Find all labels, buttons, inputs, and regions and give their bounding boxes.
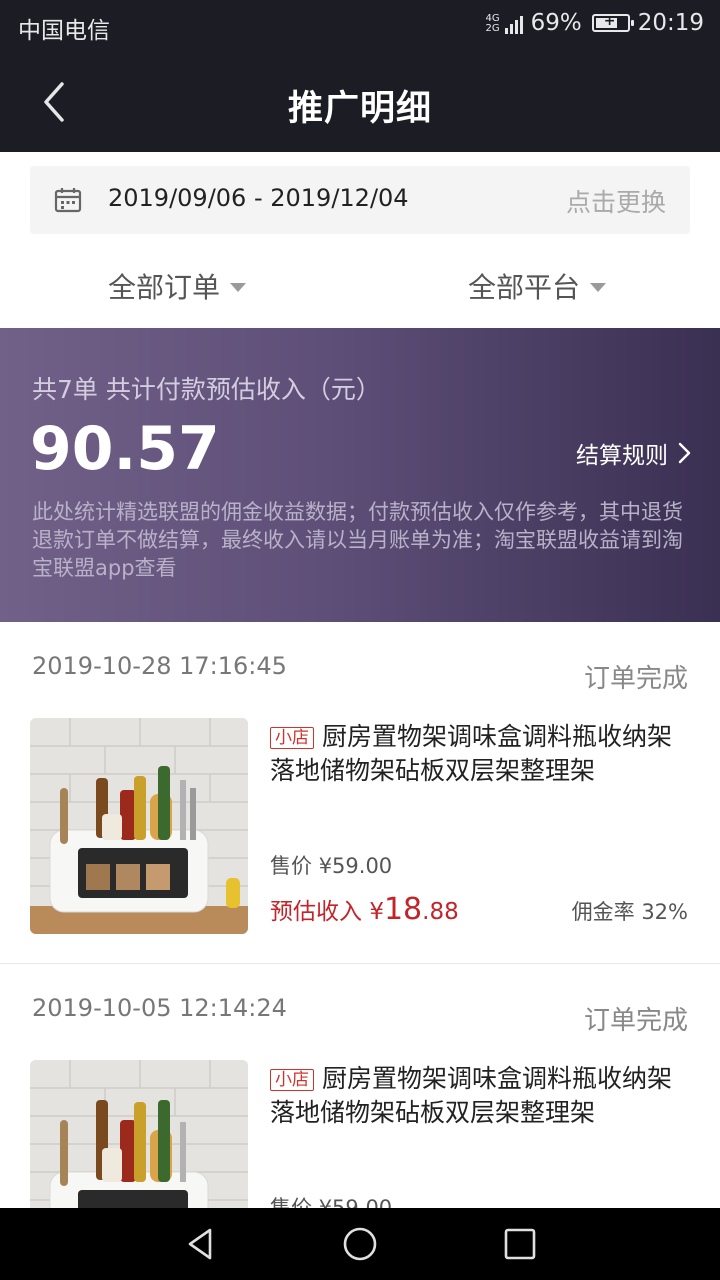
status-indicators: 4G 2G 69% + 20:19 [485, 10, 704, 36]
nav-bar: 推广明细 [0, 52, 720, 152]
summary-note: 此处统计精选联盟的佣金收益数据；付款预估收入仅作参考，其中退货退款订单不做结算，… [32, 500, 683, 580]
order-type-filter-label: 全部订单 [108, 271, 221, 304]
price-label: 售价 [270, 854, 312, 878]
change-date-button[interactable]: 点击更换 [566, 183, 666, 219]
commission-rate: 佣金率 32% [572, 896, 688, 926]
network-type-2: 2G [485, 23, 500, 34]
order-time: 2019-10-05 12:14:24 [32, 994, 287, 1022]
platform-filter-label: 全部平台 [468, 271, 581, 304]
order-item[interactable]: 2019-10-28 17:16:45 订单完成 小店 厨房置物架调味盒调料瓶收… [0, 622, 720, 964]
clock: 20:19 [637, 10, 704, 36]
chevron-right-icon [678, 442, 691, 464]
income-summary: 共7单 共计付款预估收入（元） 90.57 结算规则 此处统计精选联盟的佣金收益… [0, 328, 720, 622]
summary-amount: 90.57 [30, 414, 220, 484]
system-back-button[interactable] [182, 1226, 218, 1262]
order-time: 2019-10-28 17:16:45 [32, 652, 287, 680]
order-status: 订单完成 [583, 1006, 688, 1036]
system-recents-button[interactable] [502, 1226, 538, 1262]
settlement-rules-label: 结算规则 [576, 443, 668, 469]
caret-down-icon [590, 282, 607, 292]
triangle-back-icon [188, 1228, 212, 1260]
order-type-filter[interactable]: 全部订单 [108, 266, 247, 306]
commission-value: 32% [641, 900, 688, 924]
estimated-income: 预估收入 ¥18.88 [270, 892, 459, 927]
system-navigation-bar [0, 1208, 720, 1280]
product-price: 售价 ¥59.00 [270, 850, 392, 880]
battery-percent: 69% [530, 10, 582, 36]
settlement-rules-link[interactable]: 结算规则 [576, 436, 692, 470]
battery-icon: + [591, 13, 634, 32]
system-home-button[interactable] [342, 1226, 378, 1262]
date-range-picker[interactable]: 2019/09/06 - 2019/12/04 点击更换 [30, 166, 690, 234]
income-integer: 18 [383, 892, 423, 927]
page-title: 推广明细 [287, 89, 432, 129]
date-range-value: 2019/09/06 - 2019/12/04 [108, 184, 409, 212]
caret-down-icon [230, 282, 247, 292]
status-bar: 中国电信 4G 2G 69% + 20:19 [0, 0, 720, 52]
income-decimal: .88 [422, 899, 459, 925]
income-label: 预估收入 [270, 899, 362, 925]
signal-icon: 4G 2G [485, 12, 523, 34]
circle-home-icon [343, 1227, 377, 1261]
product-photo [30, 718, 248, 934]
price-value: ¥59.00 [318, 854, 393, 878]
income-currency: ¥ [369, 899, 384, 925]
commission-label: 佣金率 [571, 900, 635, 924]
order-item[interactable]: 2019-10-05 12:14:24 订单完成 小店 厨房置物架调味盒调料瓶收… [0, 964, 720, 1276]
product-image[interactable] [30, 718, 248, 934]
carrier-label: 中国电信 [18, 18, 110, 44]
product-title[interactable]: 厨房置物架调味盒调料瓶收纳架落地储物架砧板双层架整理架 [270, 1062, 690, 1130]
order-status: 订单完成 [583, 664, 688, 694]
square-recents-icon [504, 1228, 536, 1260]
platform-filter[interactable]: 全部平台 [468, 266, 607, 306]
product-title[interactable]: 厨房置物架调味盒调料瓶收纳架落地储物架砧板双层架整理架 [270, 720, 690, 788]
calendar-icon [54, 188, 82, 213]
summary-caption: 共7单 共计付款预估收入（元） [32, 375, 381, 404]
